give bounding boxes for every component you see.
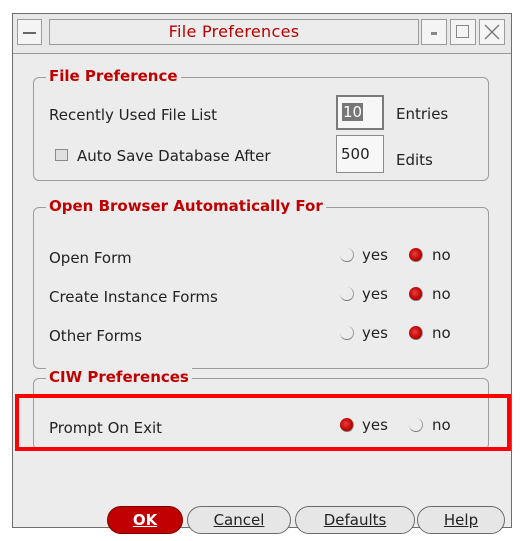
defaults-button[interactable]: Defaults bbox=[295, 506, 415, 534]
other-forms-yes-label: yes bbox=[362, 324, 388, 342]
other-forms-yes-radio[interactable] bbox=[340, 326, 354, 340]
open-form-label: Open Form bbox=[49, 249, 132, 267]
ciw-preferences-group-label: CIW Preferences bbox=[46, 368, 192, 386]
open-browser-group-label: Open Browser Automatically For bbox=[46, 197, 326, 215]
recent-file-list-input[interactable]: 10 bbox=[336, 95, 384, 130]
file-preference-group: File Preference Recently Used File List … bbox=[33, 67, 489, 181]
create-instance-no-radio[interactable] bbox=[409, 287, 423, 301]
open-form-yes-label: yes bbox=[362, 246, 388, 264]
ok-button[interactable]: OK bbox=[107, 506, 183, 534]
window-menu-icon[interactable] bbox=[17, 19, 42, 45]
auto-save-label: Auto Save Database After bbox=[77, 147, 271, 165]
create-instance-label: Create Instance Forms bbox=[49, 288, 218, 306]
close-icon[interactable] bbox=[479, 19, 505, 45]
open-form-yes-radio[interactable] bbox=[340, 248, 354, 262]
ok-button-label: OK bbox=[132, 511, 158, 529]
open-form-no-radio[interactable] bbox=[409, 248, 423, 262]
other-forms-label: Other Forms bbox=[49, 327, 142, 345]
recent-file-list-value: 10 bbox=[342, 103, 364, 121]
minimize-icon[interactable] bbox=[421, 19, 447, 45]
other-forms-no-radio[interactable] bbox=[409, 326, 423, 340]
recent-file-list-unit: Entries bbox=[396, 105, 449, 123]
recent-file-list-label: Recently Used File List bbox=[49, 106, 218, 124]
help-button[interactable]: Help bbox=[417, 506, 505, 534]
window-title: File Preferences bbox=[49, 19, 419, 45]
defaults-button-label: Defaults bbox=[323, 511, 387, 529]
cancel-button-label: Cancel bbox=[213, 511, 265, 529]
title-bar[interactable]: File Preferences bbox=[13, 14, 511, 54]
auto-save-value: 500 bbox=[341, 145, 370, 163]
create-instance-no-label: no bbox=[432, 285, 451, 303]
file-preference-group-label: File Preference bbox=[46, 67, 181, 85]
auto-save-checkbox[interactable] bbox=[55, 149, 68, 161]
maximize-icon[interactable] bbox=[450, 19, 476, 45]
open-form-no-label: no bbox=[432, 246, 451, 264]
create-instance-yes-label: yes bbox=[362, 285, 388, 303]
other-forms-no-label: no bbox=[432, 324, 451, 342]
cancel-button[interactable]: Cancel bbox=[187, 506, 291, 534]
auto-save-unit: Edits bbox=[396, 151, 433, 169]
highlight-box bbox=[15, 394, 511, 451]
open-browser-group: Open Browser Automatically For Open Form… bbox=[33, 197, 489, 369]
create-instance-yes-radio[interactable] bbox=[340, 287, 354, 301]
auto-save-input[interactable]: 500 bbox=[336, 135, 384, 173]
help-button-label: Help bbox=[443, 511, 479, 529]
